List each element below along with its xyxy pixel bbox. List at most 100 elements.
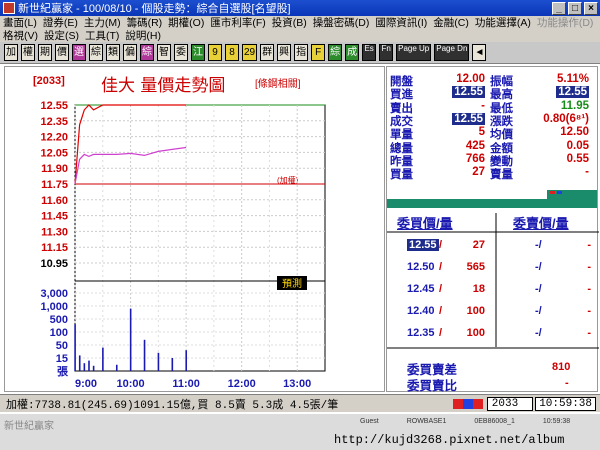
toolbar-button[interactable]: Fn — [379, 44, 394, 61]
quote-row: 單量 5 均價 12.50 — [387, 126, 597, 141]
bid-price[interactable]: 12.45 — [407, 283, 435, 295]
menu-item[interactable]: 國際資訊(I) — [375, 15, 427, 30]
orderbook-column-divider — [495, 213, 497, 347]
quote-value: 12.50 — [560, 126, 589, 139]
toolbar-button[interactable]: 指 — [294, 44, 309, 61]
menu-item[interactable]: 投資(B) — [272, 15, 307, 30]
toolbar-button[interactable]: Page Up — [396, 44, 432, 61]
toolbar-button[interactable]: 類 — [106, 44, 120, 61]
bid-price[interactable]: 12.35 — [407, 327, 435, 339]
menu-item[interactable]: 工具(T) — [85, 28, 119, 43]
bid-price[interactable]: 12.50 — [407, 261, 435, 273]
volume-bar — [171, 358, 174, 371]
price-volume-chart-panel: 12.55 12.35 12.20 12.05 11.90 11.75 11.60 11.45… — [4, 66, 385, 392]
slash-separator: / — [439, 305, 443, 317]
stock-code[interactable]: [2033] — [33, 75, 65, 87]
price-tick-label: 11.75 — [41, 179, 68, 191]
ask-qty: - — [587, 327, 591, 339]
close-button[interactable]: × — [584, 1, 598, 15]
stock-code-input[interactable]: 2033 — [486, 396, 534, 411]
clock: 10:59:38 — [535, 396, 596, 411]
toolbar-button[interactable]: 綜 — [328, 44, 343, 61]
related-group-link[interactable]: [條鋼相關] — [255, 75, 301, 90]
volume-bar — [129, 308, 132, 371]
volume-bar — [83, 363, 86, 371]
ask-header: 委賣價/量 — [513, 216, 569, 231]
toolbar-button[interactable]: ◄ — [472, 44, 487, 61]
ask-entry[interactable]: -/ — [535, 261, 542, 273]
bid-ask-ratio-value: - — [565, 377, 569, 389]
time-tick-label: 12:00 — [228, 378, 256, 390]
ask-entry[interactable]: -/ — [535, 305, 542, 317]
toolbar-button[interactable]: 權 — [21, 44, 35, 61]
forecast-tag[interactable]: 預測 — [282, 277, 302, 290]
slash-separator: / — [439, 327, 443, 339]
menu-item[interactable]: 操盤密碼(D) — [313, 15, 370, 30]
slash-separator: / — [439, 239, 443, 251]
toolbar-button[interactable]: 綜 — [140, 44, 154, 61]
time-tick-label: 9:00 — [75, 378, 97, 390]
ask-entry[interactable]: -/ — [535, 283, 542, 295]
price-tick-label: 12.55 — [40, 100, 68, 112]
menu-item[interactable]: 說明(H) — [125, 28, 161, 43]
bid-price[interactable]: 12.55 — [407, 239, 439, 251]
window-title: 新世紀贏家 - 100/08/10 - 個股走勢：綜合自選股[名望股] — [18, 3, 291, 15]
toolbar-button[interactable]: 9 — [208, 44, 222, 61]
bid-ask-ratio-label: 委買賣比 — [407, 379, 458, 393]
footer-time: 10:59:38 — [542, 418, 571, 425]
toolbar-button[interactable]: 加 — [4, 44, 18, 61]
menu-item[interactable]: 設定(S) — [44, 28, 79, 43]
quote-row: 成交 12.55 漲跌 0.80(6⁸¹) — [387, 112, 597, 128]
price-tick-label: 11.45 — [41, 211, 68, 223]
ask-entry[interactable]: -/ — [535, 239, 542, 251]
price-tick-label: 12.05 — [40, 147, 68, 159]
volume-bar — [157, 352, 160, 371]
toolbar-button[interactable]: 委 — [174, 44, 188, 61]
bid-qty: 18 — [472, 283, 485, 295]
menu-item[interactable]: 匯市利率(F) — [210, 15, 265, 30]
toolbar-button[interactable]: 期 — [38, 44, 52, 61]
quote-value: 0.55 — [566, 152, 589, 165]
price-tick-label: 11.90 — [41, 163, 68, 175]
toolbar-button[interactable]: 選 — [72, 44, 86, 61]
menu-row-2: 格視(V) 設定(S) 工具(T) 說明(H) — [0, 29, 600, 42]
toolbar-button[interactable]: Es — [362, 44, 377, 61]
volume-tick-label: 15 — [56, 353, 68, 365]
quote-value: 0.80(6⁸¹) — [543, 112, 589, 125]
toolbar-button[interactable]: 群 — [260, 44, 275, 61]
bid-price[interactable]: 12.40 — [407, 305, 435, 317]
toolbar-button[interactable]: Page Dn — [434, 44, 470, 61]
toolbar-button[interactable]: 成 — [345, 44, 360, 61]
quote-row: 總量 425 金額 0.05 — [387, 139, 597, 155]
quote-row: 買進 12.55 最高 12.55 — [387, 86, 597, 101]
toolbar-button[interactable]: 智 — [157, 44, 171, 61]
bid-qty: 27 — [472, 239, 485, 251]
index-summary: 加權:7738.81(245.69)1091.15億,買 8.5賣 5.3成 4… — [6, 399, 339, 412]
volume-tick-label: 500 — [50, 314, 68, 326]
toolbar-button[interactable]: 江 — [191, 44, 205, 61]
quote-value: 5 — [478, 126, 485, 139]
footer-app-name: 新世紀贏家 — [4, 421, 54, 432]
maximize-button[interactable]: □ — [568, 1, 582, 15]
toolbar-button[interactable]: 興 — [277, 44, 292, 61]
toolbar-button[interactable]: 綜 — [89, 44, 103, 61]
orderbook-divider — [387, 231, 599, 233]
time-tick-label: 13:00 — [283, 378, 311, 390]
menu-item[interactable]: 功能選擇(A) — [475, 15, 531, 30]
quote-label: 賣量 — [490, 169, 513, 182]
volume-tick-label: 3,000 — [40, 288, 68, 300]
toolbar-button[interactable]: F — [311, 44, 326, 61]
orderbook-bottom-divider — [387, 347, 599, 349]
toolbar-button[interactable]: 偏 — [123, 44, 137, 61]
menu-item[interactable]: 期權(O) — [168, 15, 204, 30]
toolbar-button[interactable]: 價 — [55, 44, 69, 61]
menu-item[interactable]: 金融(C) — [433, 15, 469, 30]
toolbar-button[interactable]: 8 — [225, 44, 239, 61]
toolbar-button[interactable]: 29 — [242, 44, 258, 61]
quote-value: - — [481, 99, 485, 112]
menu-item[interactable]: 格視(V) — [3, 28, 38, 43]
minimize-button[interactable]: _ — [552, 1, 566, 15]
quote-value: 425 — [465, 139, 485, 152]
ask-entry[interactable]: -/ — [535, 327, 542, 339]
volume-tick-label: 1,000 — [40, 301, 68, 313]
